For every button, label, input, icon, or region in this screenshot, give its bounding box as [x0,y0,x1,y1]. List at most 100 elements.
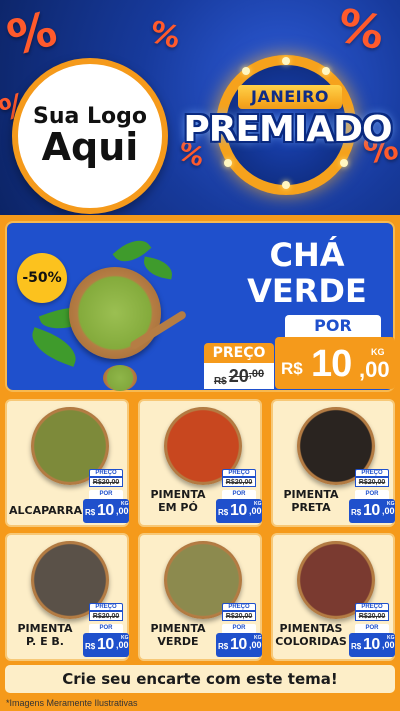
cta-banner: Crie seu encarte com este tema! [5,665,395,693]
product-price-tag: PREÇO R$20,00 POR R$ 10,00 KG [83,603,129,661]
hero-header: % % % % % % Sua Logo Aqui JANEIRO PREMIA… [0,0,400,215]
price-int: 10 [363,502,380,519]
badge-top-label: JANEIRO [238,85,342,109]
product-grid: ALCAPARRAS PREÇO R$20,00 POR R$ 10,00 KG PIMENT… [5,399,395,667]
preco-label: PREÇO [222,469,256,477]
product-card: PIMENTAS COLORIDAS PREÇO R$20,00 POR R$ 10,00 K… [271,533,395,661]
new-price-box: R$ 10,00 KG [83,633,129,657]
featured-title-line1: CHÁ [269,236,345,274]
price-dec: ,00 [382,640,395,650]
product-name-line1: PIMENTA [17,622,73,635]
old-price-int: 20 [228,366,249,386]
product-price-tag: PREÇO R$20,00 POR R$ 10,00 KG [216,603,262,661]
price-currency: R$ [218,642,229,651]
percent-decoration: % [332,0,390,61]
product-card: PIMENTA EM PÓ PREÇO R$20,00 POR R$ 10,00 KG [138,399,262,527]
preco-label: PREÇO [355,469,389,477]
spoon-icon [103,365,137,391]
old-price-value: R$20,00 [355,477,389,487]
product-card: ALCAPARRAS PREÇO R$20,00 POR R$ 10,00 KG [5,399,129,527]
new-price-box: R$ 10 ,00 KG [275,337,395,389]
por-label: POR [89,490,123,499]
old-price-value: R$20,00 [89,611,123,621]
preco-label: PREÇO [89,469,123,477]
price-int: 10 [97,636,114,653]
product-name-line2: COLORIDAS [275,634,347,648]
old-price-value: R$20,00 [222,477,256,487]
por-label: POR [285,315,381,337]
featured-title-line2: VERDE [247,272,367,311]
por-label: POR [355,624,389,633]
old-price-value: R$ 20 ,00 [204,363,274,389]
product-name: PIMENTAS COLORIDAS [275,622,347,648]
price-int: 10 [311,343,352,385]
price-dec: ,00 [249,506,262,516]
product-name: PIMENTA EM PÓ [142,488,214,514]
price-int: 10 [230,502,247,519]
bulb-icon [242,67,250,75]
product-name-line2: P. E B. [26,634,64,648]
preco-label: PREÇO [89,603,123,611]
old-price-dec: ,00 [248,368,265,380]
product-price-tag: PREÇO R$20,00 POR R$ 10,00 KG [349,603,395,661]
bulb-icon [282,57,290,65]
price-unit: KG [254,501,262,507]
flyer-body: -50% CHÁ VERDE POR PREÇO R$ 20 ,00 R$ 10… [0,215,400,711]
leaf-icon [141,256,175,280]
percent-decoration: % [1,0,63,68]
discount-badge: -50% [17,253,67,303]
logo-placeholder: Sua Logo Aqui [12,58,168,214]
old-price-text: R$20,00 [92,479,120,486]
price-currency: R$ [85,642,96,651]
old-price-text: R$20,00 [358,613,386,620]
price-currency: R$ [218,508,229,517]
price-unit: KG [254,635,262,641]
old-price-value: R$20,00 [222,611,256,621]
product-name-line1: PIMENTA [150,622,206,635]
product-name: PIMENTA P. E B. [9,622,81,648]
product-card: PIMENTA VERDE PREÇO R$20,00 POR R$ 10,00 KG [138,533,262,661]
product-name-line1: ALCAPARRAS [9,504,91,517]
disclaimer-note: *Imagens Meramente Ilustrativas [6,698,138,708]
preco-label: PREÇO [222,603,256,611]
por-label: POR [222,624,256,633]
old-price-text: R$20,00 [358,479,386,486]
product-card: PIMENTA P. E B. PREÇO R$20,00 POR R$ 10,00 KG [5,533,129,661]
price-unit: KG [387,501,395,507]
bulb-icon [224,159,232,167]
por-label: POR [89,624,123,633]
price-dec: ,00 [359,357,390,382]
new-price-box: R$ 10,00 KG [216,633,262,657]
product-name-line1: PIMENTA [283,488,339,501]
bulb-icon [322,67,330,75]
old-price-value: R$20,00 [89,477,123,487]
product-name: PIMENTA PRETA [275,488,347,514]
product-price-tag: PREÇO R$20,00 POR R$ 10,00 KG [216,469,262,527]
price-int: 10 [230,636,247,653]
bulb-icon [340,159,348,167]
old-price-box: PREÇO R$ 20 ,00 [204,343,274,389]
old-price-text: R$20,00 [225,613,253,620]
new-price-box: R$ 10,00 KG [216,499,262,523]
price-dec: ,00 [116,506,129,516]
por-label: POR [222,490,256,499]
old-price-currency: R$ [213,376,227,387]
new-price-box: R$ 10,00 KG [83,499,129,523]
price-dec: ,00 [382,506,395,516]
preco-label: PREÇO [355,603,389,611]
new-price-box: R$ 10,00 KG [349,633,395,657]
price-currency: R$ [351,508,362,517]
product-name-line2: EM PÓ [158,500,198,514]
percent-decoration: % [145,14,185,57]
price-unit: KG [121,501,129,507]
old-price-text: R$20,00 [92,613,120,620]
price-currency: R$ [281,359,303,378]
price-unit: KG [121,635,129,641]
price-dec: ,00 [116,640,129,650]
featured-product-card: -50% CHÁ VERDE POR PREÇO R$ 20 ,00 R$ 10… [5,221,395,392]
product-name-line2: VERDE [157,634,199,648]
price-unit: KG [387,635,395,641]
product-name-line2: PRETA [291,500,331,514]
price-int: 10 [363,636,380,653]
featured-title: CHÁ VERDE [217,237,397,309]
